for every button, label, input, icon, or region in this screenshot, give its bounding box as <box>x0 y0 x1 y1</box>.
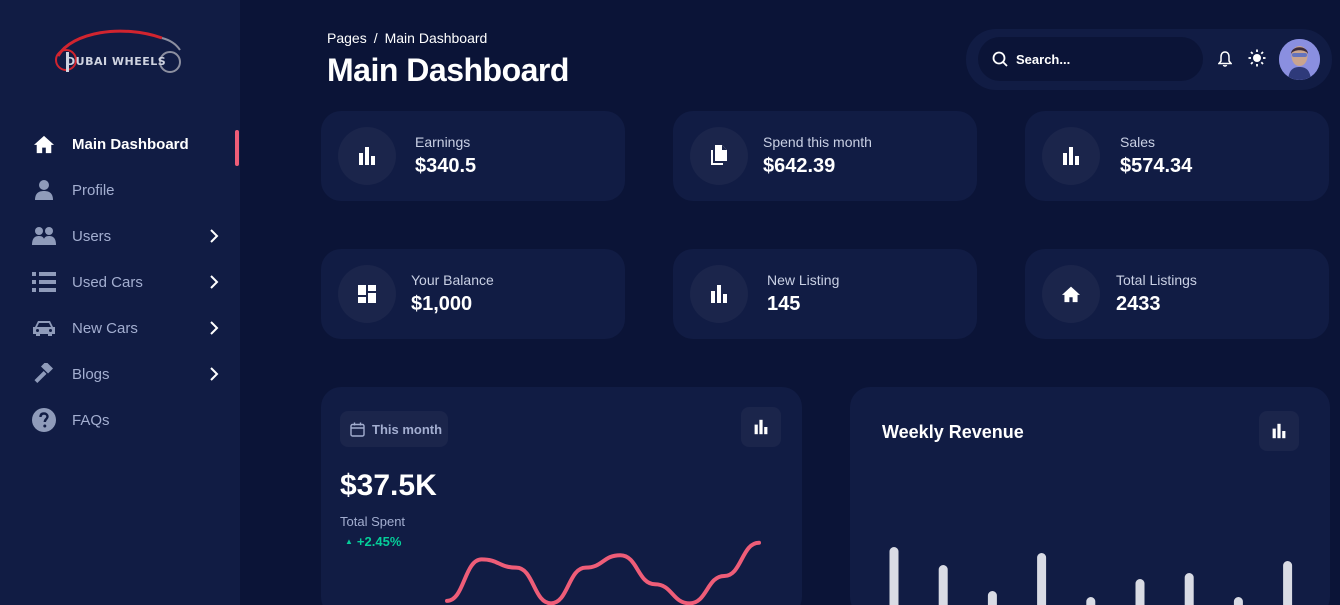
sidebar-item-main-dashboard[interactable]: Main Dashboard <box>0 121 240 167</box>
dashboard-grid-icon <box>338 265 396 323</box>
home-icon <box>32 132 56 156</box>
stat-card-spend[interactable]: Spend this month $642.39 <box>673 111 977 201</box>
weekly-revenue-bar[interactable] <box>938 565 948 605</box>
sidebar-item-new-cars[interactable]: New Cars <box>0 305 240 351</box>
breadcrumb-separator: / <box>373 30 378 46</box>
stat-label: Spend this month <box>763 134 872 150</box>
weekly-revenue-bar[interactable] <box>1135 579 1145 605</box>
bar-chart-icon <box>338 127 396 185</box>
sidebar-item-faqs[interactable]: FAQs <box>0 397 240 443</box>
stat-value: $642.39 <box>763 155 836 177</box>
list-icon <box>32 270 56 294</box>
sidebar-item-used-cars[interactable]: Used Cars <box>0 259 240 305</box>
stat-card-total-listings[interactable]: Total Listings 2433 <box>1025 249 1329 339</box>
avatar[interactable] <box>1279 39 1320 80</box>
sidebar-item-label: Profile <box>72 181 115 199</box>
sidebar-item-users[interactable]: Users <box>0 213 240 259</box>
stat-label: Sales <box>1120 134 1156 150</box>
stat-card-sales[interactable]: Sales $574.34 <box>1025 111 1329 201</box>
chevron-right-icon[interactable] <box>208 320 220 336</box>
stat-value: 2433 <box>1116 293 1161 315</box>
breadcrumb: Pages / Main Dashboard <box>327 30 487 46</box>
notification-bell-icon[interactable] <box>1217 51 1233 72</box>
search-input[interactable] <box>1016 51 1186 67</box>
breadcrumb-root[interactable]: Pages <box>327 30 367 46</box>
sidebar-item-label: FAQs <box>72 411 110 429</box>
gavel-icon <box>32 362 56 386</box>
sidebar-item-label: New Cars <box>72 319 138 337</box>
weekly-revenue-bar[interactable] <box>889 547 899 605</box>
search-icon <box>992 51 1008 67</box>
bar-chart-icon <box>690 265 748 323</box>
weekly-revenue-bar[interactable] <box>1184 573 1194 605</box>
chevron-right-icon[interactable] <box>208 228 220 244</box>
stat-value: $1,000 <box>411 293 473 315</box>
active-indicator <box>235 130 239 166</box>
page-title: Main Dashboard <box>327 52 569 88</box>
theme-toggle-icon[interactable] <box>1248 49 1266 72</box>
sidebar-item-label: Used Cars <box>72 273 143 291</box>
stat-label: Earnings <box>415 134 471 150</box>
stat-label: New Listing <box>767 272 840 288</box>
sidebar-item-profile[interactable]: Profile <box>0 167 240 213</box>
chevron-right-icon[interactable] <box>208 274 220 290</box>
weekly-revenue-bar[interactable] <box>1037 553 1047 605</box>
car-icon <box>32 316 56 340</box>
weekly-revenue-bar-chart <box>889 547 1293 605</box>
stat-card-new-listing[interactable]: New Listing 145 <box>673 249 977 339</box>
home-icon <box>1042 265 1100 323</box>
brand-logo[interactable]: DUBAI WHEELS <box>52 22 184 82</box>
stat-value: 145 <box>767 293 801 315</box>
weekly-revenue-bar[interactable] <box>1283 561 1293 605</box>
chevron-right-icon[interactable] <box>208 366 220 382</box>
sidebar-item-label: Users <box>72 227 112 245</box>
weekly-revenue-panel: Weekly Revenue <box>850 387 1330 605</box>
files-icon <box>690 127 748 185</box>
stat-card-earnings[interactable]: Earnings $340.5 <box>321 111 625 201</box>
total-spent-panel: This month $37.5K Total Spent ▲ +2.45% <box>321 387 802 605</box>
sidebar-item-label: Blogs <box>72 365 110 383</box>
stat-label: Total Listings <box>1116 272 1197 288</box>
sidebar-item-blogs[interactable]: Blogs <box>0 351 240 397</box>
weekly-revenue-bar[interactable] <box>987 591 997 605</box>
question-circle-icon <box>32 408 56 432</box>
brand-logo-text: DUBAI WHEELS <box>66 55 167 68</box>
bar-chart-icon <box>1042 127 1100 185</box>
user-icon <box>32 178 56 202</box>
stat-label: Your Balance <box>411 272 494 288</box>
logo-swoosh-icon <box>55 29 181 73</box>
weekly-revenue-bar[interactable] <box>1086 597 1096 605</box>
stat-value: $574.34 <box>1120 155 1193 177</box>
sidebar: DUBAI WHEELS Main Dashboard Profile User… <box>0 0 240 605</box>
total-spent-line-chart <box>445 540 761 605</box>
search-box[interactable] <box>978 37 1203 81</box>
top-toolbar <box>966 29 1332 90</box>
stat-card-balance[interactable]: Your Balance $1,000 <box>321 249 625 339</box>
users-icon <box>32 224 56 248</box>
weekly-revenue-bar[interactable] <box>1233 597 1243 605</box>
stat-value: $340.5 <box>415 155 477 177</box>
breadcrumb-current[interactable]: Main Dashboard <box>385 30 488 46</box>
total-spent-series-line <box>445 540 761 605</box>
sidebar-nav: Main Dashboard Profile Users Used Cars N… <box>0 121 240 443</box>
sidebar-item-label: Main Dashboard <box>72 135 189 153</box>
user-avatar-icon <box>1279 39 1320 80</box>
